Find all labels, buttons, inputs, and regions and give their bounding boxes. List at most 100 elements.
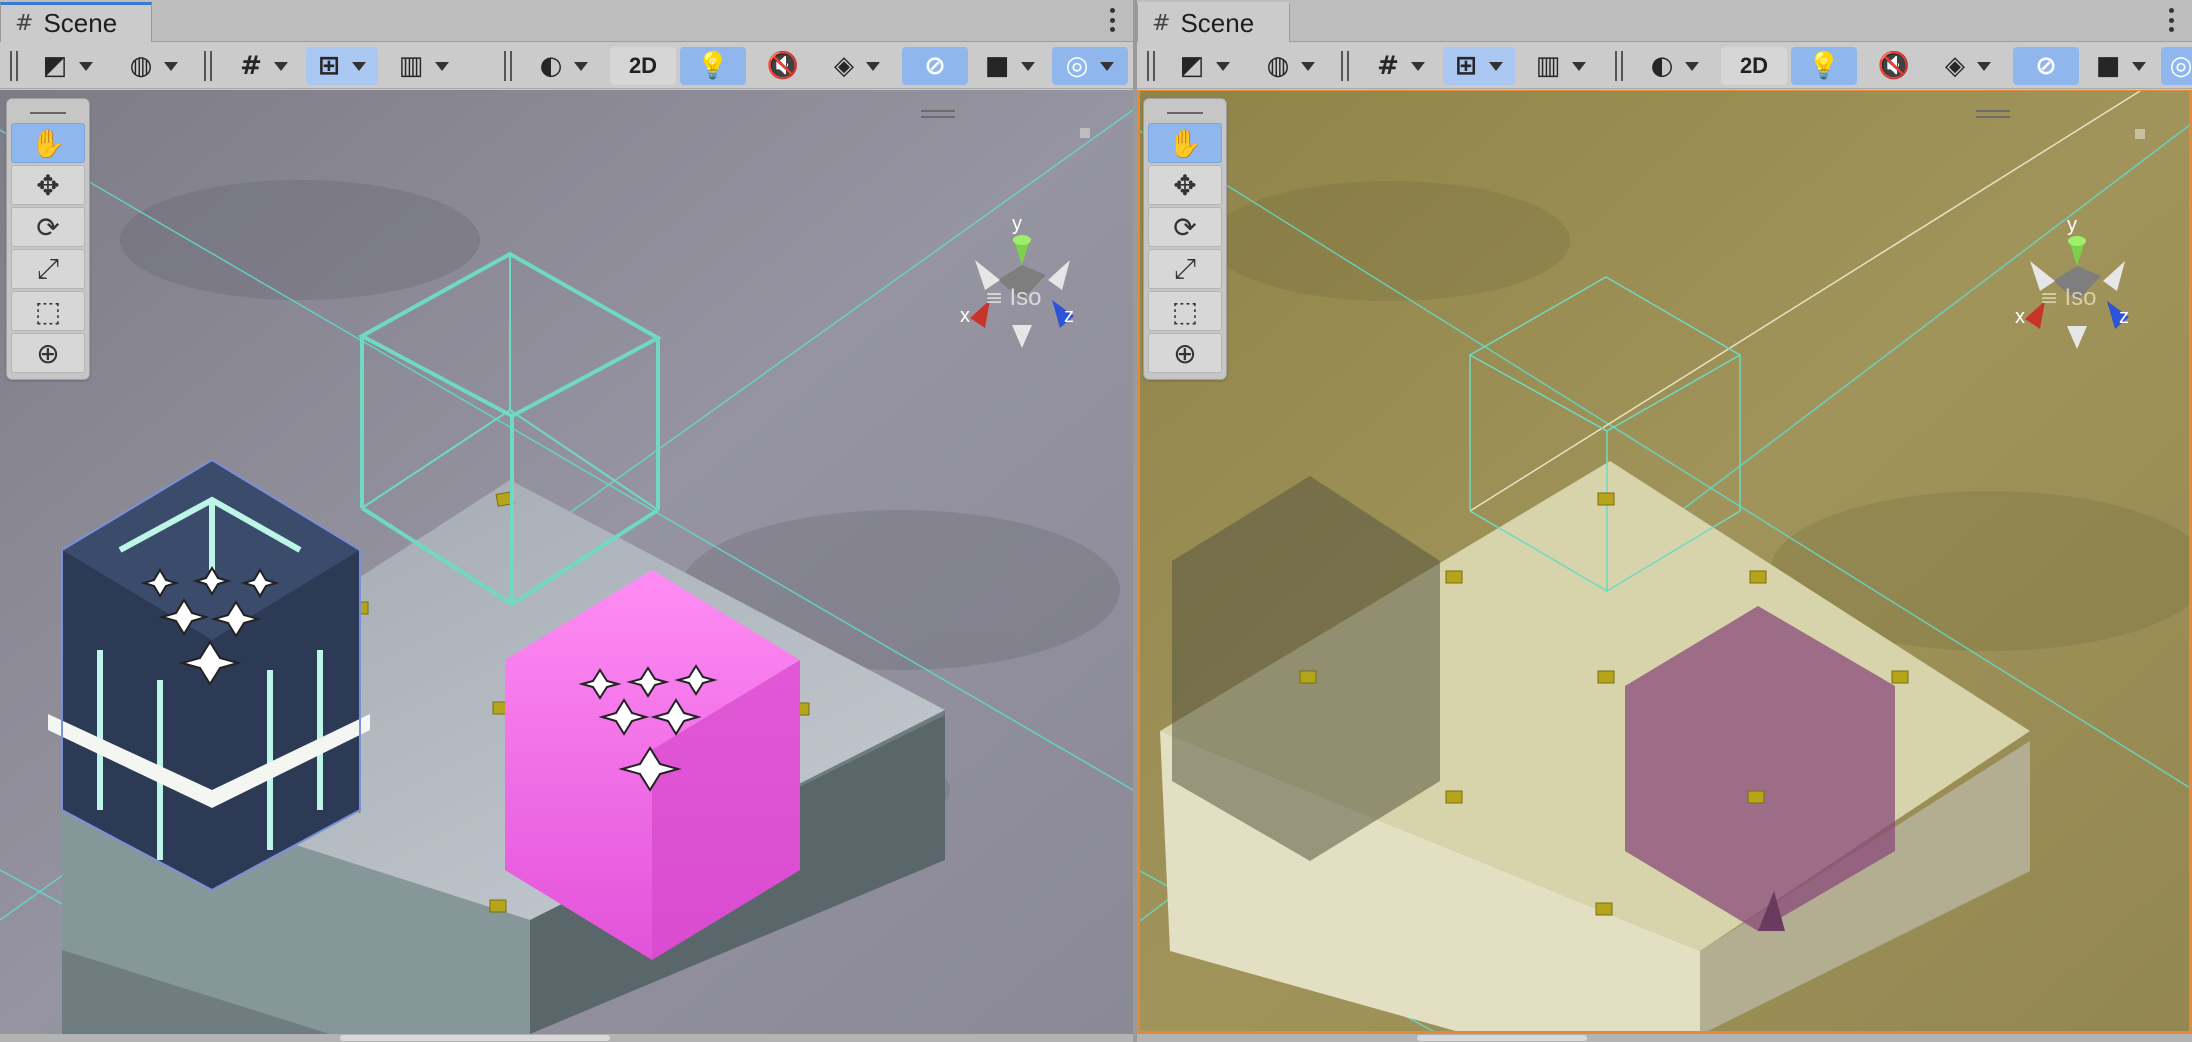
effects-button[interactable]: ◈	[1929, 47, 2007, 85]
lightbulb-icon: 💡	[1807, 51, 1841, 81]
transform-tool-button[interactable]: ⊕	[11, 333, 85, 373]
lightbulb-icon: 💡	[696, 51, 730, 81]
globe-icon: ◍	[1266, 51, 1290, 81]
move-tool-button[interactable]: ✥	[11, 165, 85, 205]
menu-icon: ≡	[985, 285, 1004, 311]
toolbar-grip-icon[interactable]	[204, 51, 212, 81]
draw-mode-button[interactable]: ◩	[1169, 47, 1241, 85]
chevron-down-icon	[79, 61, 94, 71]
chevron-down-icon	[1488, 61, 1503, 71]
shading-icon: ◐	[539, 51, 563, 81]
ruler-icon: ▥	[1535, 51, 1561, 81]
lighting-toggle-button[interactable]: 💡	[1791, 47, 1857, 85]
toolbar-grip-icon[interactable]	[1615, 51, 1623, 81]
hand-tool-button[interactable]: ✋	[11, 123, 85, 163]
shading-mode-button[interactable]: ◐	[1639, 47, 1711, 85]
audio-toggle-button[interactable]: 🔇	[1863, 47, 1925, 85]
scene-view-right[interactable]: # Scene ◩ ◍ # ⊞ ▥ ◐ 2D 💡 🔇 ◈ ⊘ ■ ◎ y x z…	[1137, 0, 2192, 1042]
grid-icon: #	[1377, 51, 1399, 81]
chevron-down-icon	[435, 61, 450, 71]
scale-tool-button[interactable]: ⤢	[1148, 249, 1222, 289]
move-tool-button[interactable]: ✥	[1148, 165, 1222, 205]
scene-toolbar: ◩ ◍ # ⊞ ▥ ◐ 2D 💡 🔇 ◈ ⊘ ■ ◎	[0, 43, 1133, 89]
draw-mode-button[interactable]: ◩	[32, 47, 104, 85]
gizmo-y-label: y	[1012, 213, 1022, 235]
gizmos-button[interactable]: ◎	[2161, 47, 2192, 85]
overlay-drag-handle-icon[interactable]	[1148, 105, 1222, 121]
hash-icon: #	[15, 11, 34, 36]
scene-camera-button[interactable]: ■	[974, 47, 1046, 85]
toggle-2d-label: 2D	[628, 53, 658, 78]
scene-visibility-button[interactable]: ◍	[1255, 47, 1327, 85]
tab-scene[interactable]: # Scene	[0, 2, 152, 42]
horizontal-scrollbar[interactable]	[1137, 1034, 2192, 1042]
gizmos-button[interactable]: ◎	[1052, 47, 1128, 85]
toolbar-grip-icon[interactable]	[1341, 51, 1349, 81]
gizmo-overlay-handle-icon[interactable]	[921, 110, 955, 118]
chevron-down-icon	[1685, 61, 1700, 71]
chevron-down-icon	[273, 61, 288, 71]
more-options-icon[interactable]	[2168, 8, 2174, 32]
increment-snap-button[interactable]: ▥	[1525, 47, 1597, 85]
toggle-2d-button[interactable]: 2D	[610, 47, 676, 85]
toggle-2d-label: 2D	[1739, 53, 1769, 78]
lock-icon	[2135, 129, 2145, 139]
globe-icon: ◍	[129, 51, 153, 81]
rect-tool-button[interactable]: ⬚	[1148, 291, 1222, 331]
toolbar-grip-icon[interactable]	[10, 51, 18, 81]
projection-toggle[interactable]: ≡ Iso	[985, 284, 1041, 312]
gizmo-x-label: x	[2015, 306, 2025, 328]
lighting-toggle-button[interactable]: 💡	[680, 47, 746, 85]
shading-mode-button[interactable]: ◐	[528, 47, 600, 85]
chevron-down-icon	[1977, 61, 1991, 71]
effects-button[interactable]: ◈	[818, 47, 896, 85]
hidden-objects-button[interactable]: ⊘	[2013, 47, 2079, 85]
projection-label: Iso	[1009, 284, 1042, 311]
increment-snap-button[interactable]: ▥	[388, 47, 460, 85]
grid-snap-button[interactable]: ⊞	[306, 47, 378, 85]
hand-tool-button[interactable]: ✋	[1148, 123, 1222, 163]
scene-view-left[interactable]: # Scene ◩ ◍ # ⊞ ▥ ◐ 2D 💡 🔇 ◈ ⊘ ■ ◎ y x z…	[0, 0, 1133, 1042]
tab-bar: # Scene	[0, 0, 1133, 42]
scene-visibility-button[interactable]: ◍	[118, 47, 190, 85]
snap-icon: ⊞	[1455, 51, 1477, 81]
rotate-tool-button[interactable]: ⟳	[11, 207, 85, 247]
gizmo-overlay-handle-icon[interactable]	[1976, 110, 2010, 118]
chevron-down-icon	[164, 61, 179, 71]
toolbar-grip-icon[interactable]	[504, 51, 512, 81]
transform-tool-button[interactable]: ⊕	[1148, 333, 1222, 373]
tools-overlay: ✋ ✥ ⟳ ⤢ ⬚ ⊕	[6, 98, 90, 380]
lock-icon	[1080, 128, 1090, 138]
ruler-icon: ▥	[398, 51, 424, 81]
rect-tool-button[interactable]: ⬚	[11, 291, 85, 331]
projection-toggle[interactable]: ≡ Iso	[2040, 284, 2096, 312]
gizmo-x-label: x	[960, 305, 970, 327]
overlay-drag-handle-icon[interactable]	[11, 105, 85, 121]
scene-camera-button[interactable]: ■	[2085, 47, 2157, 85]
audio-toggle-button[interactable]: 🔇	[752, 47, 814, 85]
toggle-2d-button[interactable]: 2D	[1721, 47, 1787, 85]
scene-viewport[interactable]: y x z	[0, 90, 1133, 1034]
scene-viewport[interactable]: y x z	[1137, 90, 2192, 1034]
grid-visibility-button[interactable]: #	[1365, 47, 1437, 85]
horizontal-scrollbar[interactable]	[0, 1034, 1133, 1042]
scrollbar-thumb[interactable]	[340, 1035, 610, 1041]
grid-snap-button[interactable]: ⊞	[1443, 47, 1515, 85]
tab-scene[interactable]: # Scene	[1137, 2, 1290, 42]
scrollbar-thumb[interactable]	[1417, 1035, 1587, 1041]
more-options-icon[interactable]	[1109, 8, 1115, 32]
hidden-objects-button[interactable]: ⊘	[902, 47, 968, 85]
chevron-down-icon	[1100, 61, 1115, 71]
toolbar-grip-icon[interactable]	[1147, 51, 1155, 81]
chevron-down-icon	[351, 61, 366, 71]
chevron-down-icon	[1301, 61, 1316, 71]
mute-icon: 🔇	[766, 51, 800, 81]
chevron-down-icon	[866, 61, 880, 71]
draw-mode-icon: ◩	[42, 51, 68, 81]
rotate-tool-button[interactable]: ⟳	[1148, 207, 1222, 247]
scene-render: y x z	[0, 90, 1133, 1034]
grid-visibility-button[interactable]: #	[228, 47, 300, 85]
scale-tool-button[interactable]: ⤢	[11, 249, 85, 289]
mute-icon: 🔇	[1877, 51, 1911, 81]
camera-icon: ■	[2095, 51, 2121, 81]
